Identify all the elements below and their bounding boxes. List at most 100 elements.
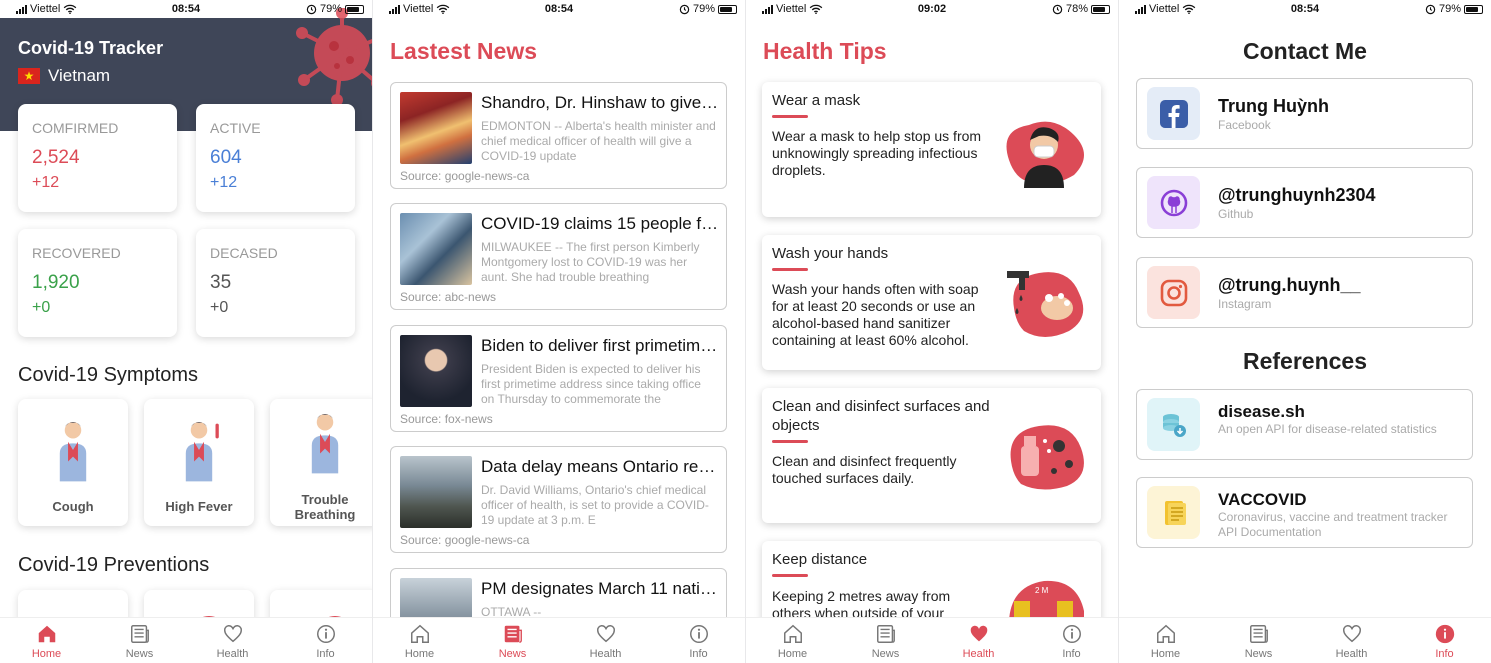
news-icon (875, 623, 897, 645)
tip-text: Wear a mask to help stop us from unknowi… (772, 128, 982, 178)
contact-name: @trung.huynh__ (1218, 275, 1361, 295)
tab-health[interactable]: Health (186, 618, 279, 663)
news-item[interactable]: Biden to deliver first primetime address… (390, 325, 727, 432)
tab-label: Home (404, 648, 435, 660)
active-card[interactable]: ACTIVE 604 +12 (196, 104, 355, 212)
battery-percent: 79% (1438, 3, 1461, 15)
info-screen: Viettel 08:54 79% Contact Me Trung Huỳnh… (1119, 0, 1491, 663)
home-screen: Viettel 08:54 79% Covid-19 Tracker ★ Viet… (0, 0, 372, 663)
tab-news[interactable]: News (1212, 618, 1305, 663)
symptom-label: Trouble Breathing (294, 492, 356, 522)
health-screen: Viettel 09:02 78% Health Tips Wear a mas… (746, 0, 1118, 663)
mask-illustration-icon (1006, 121, 1084, 188)
contact-platform: Instagram (1218, 297, 1272, 311)
document-icon (1147, 486, 1200, 539)
tip-card[interactable]: Wear a mask Wear a mask to help stop us … (762, 82, 1101, 217)
home-icon (409, 623, 431, 645)
home-icon (782, 623, 804, 645)
contact-name: Trung Huỳnh (1218, 96, 1329, 116)
battery-icon (1464, 4, 1483, 14)
contact-github[interactable]: @trunghuynh2304 Github (1136, 167, 1473, 238)
deceased-card[interactable]: DECASED 35 +0 (196, 229, 355, 337)
battery-icon (1091, 4, 1110, 14)
tab-news[interactable]: News (466, 618, 559, 663)
recovered-card[interactable]: RECOVERED 1,920 +0 (18, 229, 177, 337)
contact-platform: Facebook (1218, 118, 1271, 132)
news-description: EDMONTON -- Alberta's health minister an… (481, 119, 716, 163)
database-icon (1147, 398, 1200, 451)
tab-health[interactable]: Health (1305, 618, 1398, 663)
tab-label: Info (1062, 648, 1081, 660)
news-item[interactable]: Shandro, Dr. Hinshaw to give update EDMO… (390, 82, 727, 189)
stat-label: DECASED (210, 245, 278, 261)
handwash-illustration-icon (1007, 271, 1084, 337)
tab-home[interactable]: Home (1119, 618, 1212, 663)
page-title: Lastest News (390, 38, 538, 64)
tab-news[interactable]: News (93, 618, 186, 663)
contact-facebook[interactable]: Trung Huỳnh Facebook (1136, 78, 1473, 149)
symptom-card-fever[interactable]: High Fever (144, 399, 254, 526)
tab-home[interactable]: Home (0, 618, 93, 663)
reference-name: VACCOVID (1218, 490, 1307, 509)
tab-label: News (498, 648, 527, 660)
news-thumbnail (400, 456, 472, 528)
news-item[interactable]: Data delay means Ontario reports Dr. Dav… (390, 446, 727, 553)
country-selector[interactable]: ★ Vietnam (18, 66, 110, 86)
tip-card[interactable]: Wash your hands Wash your hands often wi… (762, 235, 1101, 370)
news-thumbnail (400, 335, 472, 407)
tip-card[interactable]: Clean and disinfect surfaces and objects… (762, 388, 1101, 523)
tab-label: Info (689, 648, 708, 660)
contact-heading: Contact Me (1243, 38, 1367, 64)
tip-title: Keep distance (772, 551, 868, 568)
virus-icon (296, 8, 372, 106)
home-icon (36, 623, 58, 645)
tab-news[interactable]: News (839, 618, 932, 663)
news-screen: Viettel 08:54 79% Lastest News Shandro, … (373, 0, 745, 663)
confirmed-card[interactable]: COMFIRMED 2,524 +12 (18, 104, 177, 212)
news-source: Source: fox-news (400, 412, 493, 426)
tab-label: Health (962, 648, 995, 660)
facebook-icon (1147, 87, 1200, 140)
stat-label: RECOVERED (32, 245, 121, 261)
reference-description: Coronavirus, vaccine and treatment track… (1218, 510, 1448, 539)
orientation-lock-icon (679, 4, 690, 15)
symptom-card-cough[interactable]: Cough (18, 399, 128, 526)
fever-illustration-icon (174, 417, 219, 483)
tab-info[interactable]: Info (1398, 618, 1491, 663)
tab-home[interactable]: Home (373, 618, 466, 663)
status-bar: Viettel 08:54 79% (0, 0, 372, 18)
status-bar: Viettel 09:02 78% (746, 0, 1118, 18)
news-title: COVID-19 claims 15 people from one famil… (481, 214, 721, 233)
heart-icon (222, 623, 244, 645)
page-title: Health Tips (763, 38, 887, 64)
reference-vaccovid[interactable]: VACCOVID Coronavirus, vaccine and treatm… (1136, 477, 1473, 548)
tab-health[interactable]: Health (559, 618, 652, 663)
symptoms-heading: Covid-19 Symptoms (18, 364, 199, 386)
tab-info[interactable]: Info (1025, 618, 1118, 663)
news-icon (502, 623, 524, 645)
contact-instagram[interactable]: @trung.huynh__ Instagram (1136, 257, 1473, 328)
stat-value: 35 (210, 272, 232, 293)
reference-disease-sh[interactable]: disease.sh An open API for disease-relat… (1136, 389, 1473, 460)
home-icon (1155, 623, 1177, 645)
tab-health[interactable]: Health (932, 618, 1025, 663)
symptom-card-breathing[interactable]: Trouble Breathing (270, 399, 372, 526)
news-title: Biden to deliver first primetime address (481, 336, 721, 355)
news-source: Source: google-news-ca (400, 533, 530, 547)
tip-underline (772, 440, 808, 443)
tab-info[interactable]: Info (652, 618, 745, 663)
references-heading: References (1242, 348, 1368, 374)
news-title: PM designates March 11 national day (481, 579, 721, 598)
reference-description: An open API for disease-related statisti… (1218, 422, 1437, 436)
heart-icon (968, 623, 990, 645)
tab-info[interactable]: Info (279, 618, 372, 663)
tab-label: Home (1150, 648, 1181, 660)
news-source: Source: google-news-ca (400, 169, 530, 183)
news-title: Shandro, Dr. Hinshaw to give update (481, 93, 721, 112)
stat-label: ACTIVE (210, 120, 261, 136)
news-item[interactable]: COVID-19 claims 15 people from one famil… (390, 203, 727, 310)
news-title: Data delay means Ontario reports (481, 457, 721, 476)
news-description: President Biden is expected to deliver h… (481, 362, 701, 406)
tab-bar: Home News Health Info (0, 617, 372, 663)
tab-home[interactable]: Home (746, 618, 839, 663)
